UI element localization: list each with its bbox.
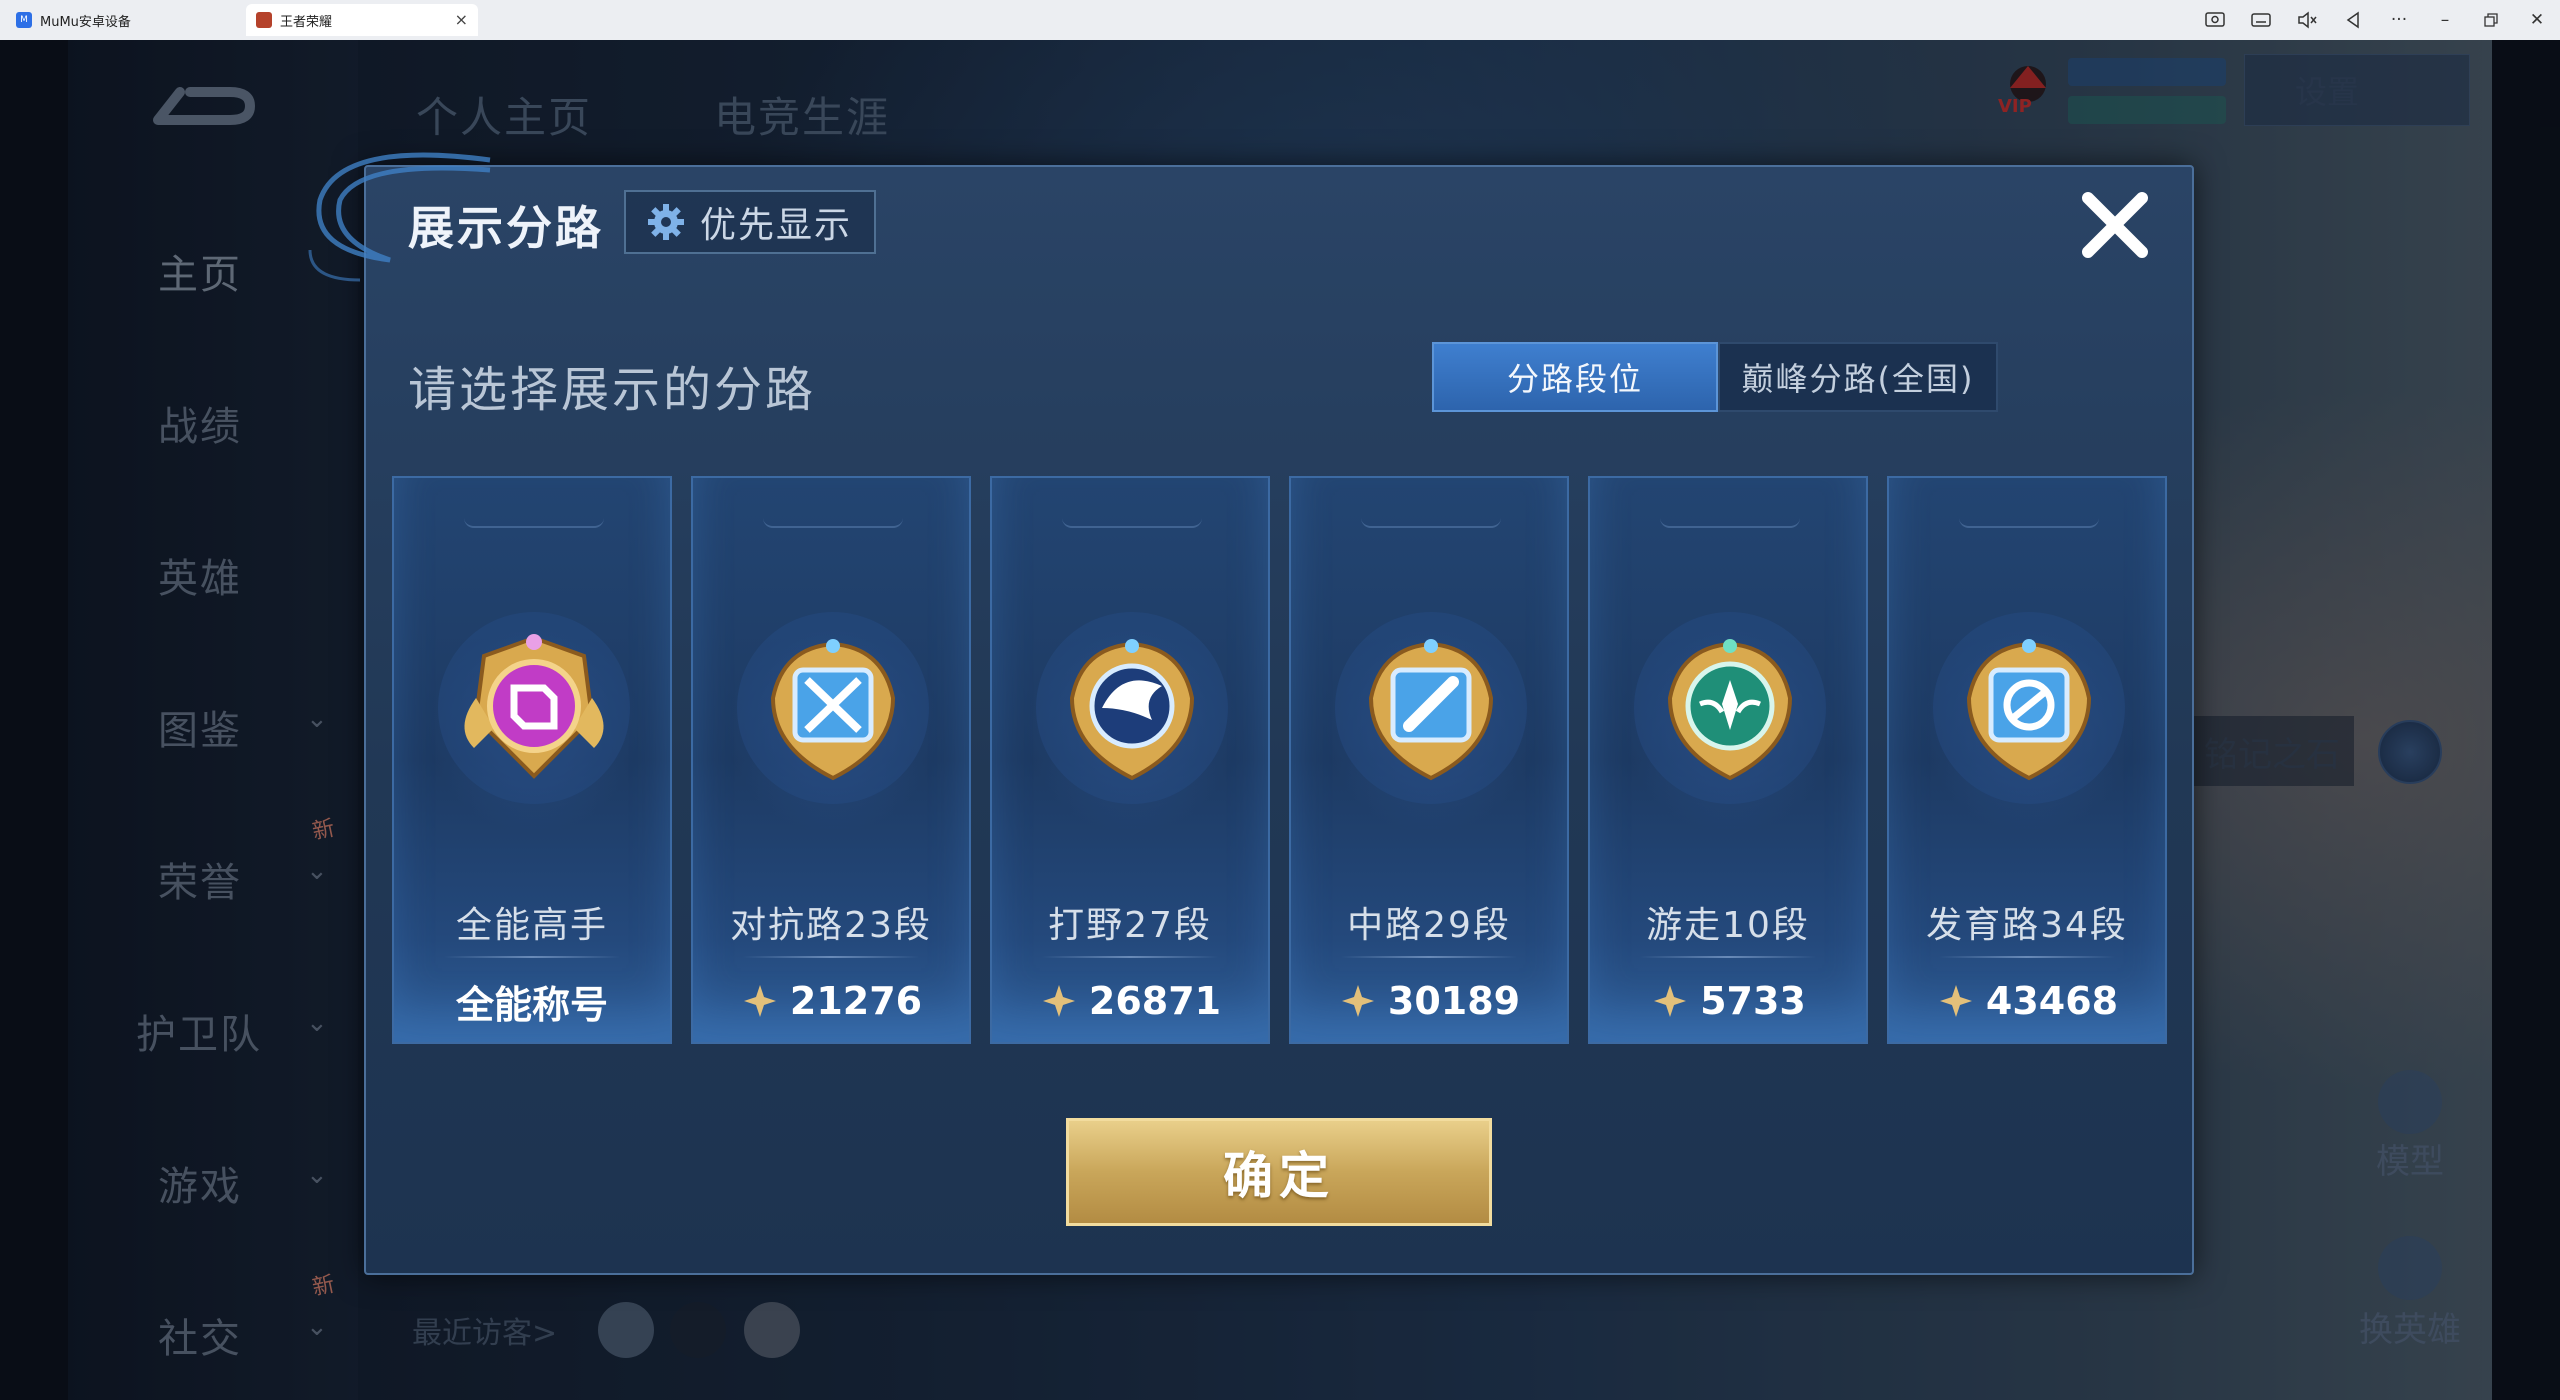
mid-lane-emblem-icon (1335, 612, 1527, 804)
card-lane-name: 游走10段 (1646, 905, 1810, 946)
card-lane-name: 发育路34段 (1926, 905, 2128, 946)
card-ornament (763, 518, 903, 528)
close-icon[interactable] (2070, 180, 2160, 270)
divider (743, 956, 919, 958)
points-icon (1939, 985, 1972, 1017)
card-value: 30189 (1291, 976, 1567, 1026)
restore-icon[interactable] (2468, 0, 2514, 40)
divider (1939, 956, 2115, 958)
tab-mumu[interactable]: M MuMu安卓设备 (6, 4, 236, 36)
screenshot-icon[interactable] (2192, 0, 2238, 40)
card-value-text: 21276 (789, 979, 923, 1023)
priority-display-button[interactable]: 优先显示 (624, 190, 876, 254)
card-value: 5733 (1590, 976, 1866, 1026)
points-icon (743, 985, 776, 1017)
confirm-button[interactable]: 确定 (1066, 1118, 1492, 1226)
game-icon (256, 12, 272, 28)
divider (1640, 956, 1816, 958)
tab-label: 王者荣耀 (280, 14, 333, 30)
tab-label: MuMu安卓设备 (40, 14, 131, 30)
back-icon[interactable] (2330, 0, 2376, 40)
card-lane-name: 对抗路23段 (730, 905, 932, 946)
lane-card-clash[interactable]: 对抗路23段 21276 (691, 476, 971, 1044)
lane-card-all-round[interactable]: 全能高手 全能称号 (392, 476, 672, 1044)
card-ornament (1062, 518, 1202, 528)
dialog-subtitle: 请选择展示的分路 (408, 362, 817, 418)
card-value: 21276 (693, 976, 969, 1026)
roam-emblem-icon (1634, 612, 1826, 804)
card-value-text: 5733 (1700, 979, 1806, 1023)
keyboard-icon[interactable] (2238, 0, 2284, 40)
card-value-text: 43468 (1985, 979, 2119, 1023)
all-round-emblem-icon (438, 612, 630, 804)
card-ornament (464, 518, 604, 528)
points-icon (1341, 985, 1374, 1017)
confirm-label: 确定 (1223, 1147, 1335, 1205)
card-ornament (1660, 518, 1800, 528)
card-lane-name: 全能高手 (455, 905, 608, 946)
card-value: 全能称号 (394, 976, 670, 1027)
mute-icon[interactable] (2284, 0, 2330, 40)
lane-card-roam[interactable]: 游走10段 5733 (1588, 476, 1868, 1044)
close-icon[interactable]: ✕ (2514, 0, 2560, 40)
priority-display-label: 优先显示 (700, 205, 853, 246)
tab-peak-lane[interactable]: 巅峰分路(全国) (1718, 342, 1998, 412)
mumu-icon: M (16, 12, 32, 28)
more-icon[interactable]: ··· (2376, 0, 2422, 40)
card-lane-name: 中路29段 (1347, 905, 1511, 946)
window-titlebar: M MuMu安卓设备 王者荣耀 × ··· – ✕ (0, 0, 2560, 41)
card-ornament (1361, 518, 1501, 528)
card-value-text: 30189 (1387, 979, 1521, 1023)
card-value-text: 全能称号 (455, 982, 608, 1027)
lane-card-farm[interactable]: 发育路34段 43468 (1887, 476, 2167, 1044)
card-lane-name: 打野27段 (1048, 905, 1212, 946)
card-value: 43468 (1889, 976, 2165, 1026)
lane-card-mid[interactable]: 中路29段 30189 (1289, 476, 1569, 1044)
lane-card-jungle[interactable]: 打野27段 26871 (990, 476, 1270, 1044)
tab-close-icon[interactable]: × (455, 10, 468, 29)
divider (1341, 956, 1517, 958)
points-icon (1654, 985, 1687, 1017)
card-value: 26871 (992, 976, 1268, 1026)
divider (1042, 956, 1218, 958)
card-ornament (1959, 518, 2099, 528)
points-icon (1042, 985, 1075, 1017)
gear-icon (648, 204, 684, 240)
clash-lane-emblem-icon (737, 612, 929, 804)
jungle-emblem-icon (1036, 612, 1228, 804)
minimize-icon[interactable]: – (2422, 0, 2468, 40)
farm-lane-emblem-icon (1933, 612, 2125, 804)
divider (444, 956, 620, 958)
card-value-text: 26871 (1088, 979, 1222, 1023)
tab-game[interactable]: 王者荣耀 × (246, 4, 478, 36)
tab-lane-rank[interactable]: 分路段位 (1432, 342, 1718, 412)
dialog-title: 展示分路 (408, 201, 604, 255)
